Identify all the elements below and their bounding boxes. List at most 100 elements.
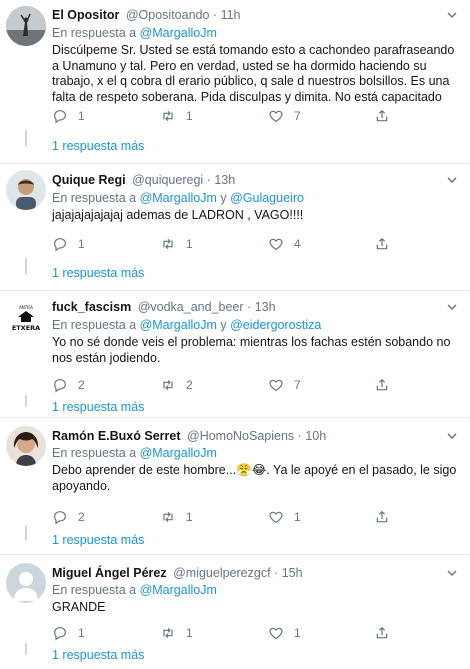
show-more-replies-link[interactable]: 1 respuesta más <box>52 138 144 154</box>
like-button[interactable]: 7 <box>268 377 301 393</box>
reply-count: 1 <box>78 109 85 123</box>
thread-line <box>25 526 27 540</box>
like-count: 1 <box>294 626 301 640</box>
like-button[interactable]: 4 <box>268 236 301 252</box>
reply-count: 2 <box>78 378 85 392</box>
timestamp[interactable]: 13h <box>255 300 276 314</box>
separator-dot: · <box>247 300 252 314</box>
user-handle[interactable]: @Opositoando <box>126 8 210 22</box>
reply-count: 2 <box>78 510 85 524</box>
mention-link[interactable]: @eidergorostiza <box>230 318 321 332</box>
retweet-count: 1 <box>186 510 193 524</box>
reply-prefix: En respuesta a <box>52 318 137 332</box>
thread-line <box>25 258 27 274</box>
like-count: 7 <box>294 109 301 123</box>
like-button[interactable]: 7 <box>268 108 301 124</box>
avatar-logo-text: ETXERA <box>12 324 40 332</box>
user-handle[interactable]: @HomoNoSapiens <box>187 429 294 443</box>
tweet-text: GRANDE <box>52 600 106 614</box>
separator-dot: · <box>297 429 302 443</box>
avatar[interactable] <box>6 563 46 603</box>
chevron-down-icon[interactable] <box>446 567 458 579</box>
reply-context: En respuesta a @MargalloJm y @eidergoros… <box>52 317 321 333</box>
mention-link[interactable]: @MargalloJm <box>140 26 217 40</box>
share-button[interactable] <box>374 377 390 393</box>
reply-button[interactable]: 2 <box>52 377 85 393</box>
show-more-replies-link[interactable]: 1 respuesta más <box>52 647 144 663</box>
share-icon <box>374 509 390 525</box>
reply-icon <box>52 377 68 393</box>
timestamp[interactable]: 15h <box>282 566 303 580</box>
timestamp[interactable]: 10h <box>305 429 326 443</box>
mention-join: y <box>220 191 227 205</box>
tweet[interactable]: Quique Regi @quiqueregi · 13h En respues… <box>0 164 470 291</box>
show-more-replies-link[interactable]: 1 respuesta más <box>52 532 144 548</box>
chevron-down-icon[interactable] <box>446 174 458 186</box>
reply-button[interactable]: 2 <box>52 509 85 525</box>
share-button[interactable] <box>374 236 390 252</box>
reply-icon <box>52 236 68 252</box>
like-icon <box>268 108 284 124</box>
show-more-replies-link[interactable]: 1 respuesta más <box>52 265 144 281</box>
reply-prefix: En respuesta a <box>52 191 137 205</box>
reply-button[interactable]: 1 <box>52 236 85 252</box>
user-handle[interactable]: @quiqueregi <box>132 173 203 187</box>
retweet-icon <box>160 509 176 525</box>
mention-link[interactable]: @MargalloJm <box>140 191 217 205</box>
timestamp[interactable]: 11h <box>221 8 241 22</box>
reply-button[interactable]: 1 <box>52 625 85 641</box>
timestamp[interactable]: 13h <box>214 173 235 187</box>
avatar[interactable] <box>6 6 46 46</box>
mention-link[interactable]: @MargalloJm <box>140 446 217 460</box>
separator-dot: · <box>274 566 279 580</box>
thread-line <box>25 130 27 146</box>
share-button[interactable] <box>374 509 390 525</box>
share-icon <box>374 108 390 124</box>
display-name[interactable]: Ramón E.Buxó Serret <box>52 429 181 443</box>
retweet-button[interactable]: 2 <box>160 377 193 393</box>
reply-icon <box>52 108 68 124</box>
show-more-replies-link[interactable]: 1 respuesta más <box>52 399 144 415</box>
like-button[interactable]: 1 <box>268 625 301 641</box>
mention-link[interactable]: @MargalloJm <box>140 318 217 332</box>
separator-dot: · <box>206 173 211 187</box>
avatar[interactable] <box>6 426 46 466</box>
retweet-icon <box>160 625 176 641</box>
user-handle[interactable]: @miguelperezgcf <box>173 566 270 580</box>
retweet-count: 1 <box>186 109 193 123</box>
retweet-count: 2 <box>186 378 193 392</box>
retweet-button[interactable]: 1 <box>160 236 193 252</box>
like-button[interactable]: 1 <box>268 509 301 525</box>
display-name[interactable]: fuck_fascism <box>52 300 131 314</box>
reply-icon <box>52 509 68 525</box>
retweet-icon <box>160 377 176 393</box>
reply-button[interactable]: 1 <box>52 108 85 124</box>
display-name[interactable]: Quique Regi <box>52 173 126 187</box>
reply-count: 1 <box>78 237 85 251</box>
reply-icon <box>52 625 68 641</box>
retweet-button[interactable]: 1 <box>160 509 193 525</box>
tweet-text: Discúlpeme Sr. Usted se está tomando est… <box>52 43 455 104</box>
share-button[interactable] <box>374 108 390 124</box>
avatar[interactable] <box>6 170 46 210</box>
retweet-count: 1 <box>186 237 193 251</box>
separator-dot: · <box>212 8 218 22</box>
tweet[interactable]: Miguel Ángel Pérez @miguelperezgcf · 15h… <box>0 555 470 669</box>
share-icon <box>374 236 390 252</box>
reply-prefix: En respuesta a <box>52 446 137 460</box>
display-name[interactable]: El Opositor <box>52 8 119 22</box>
tweet[interactable]: Ramón E.Buxó Serret @HomoNoSapiens · 10h… <box>0 418 470 555</box>
retweet-button[interactable]: 1 <box>160 625 193 641</box>
tweet[interactable]: ANTIFA ETXERA fuck_fascism @vodka_and_bee… <box>0 291 470 418</box>
tweet[interactable]: El Opositor @Opositoando · 11h En respue… <box>0 0 470 164</box>
chevron-down-icon[interactable] <box>446 430 458 442</box>
user-handle[interactable]: @vodka_and_beer <box>138 300 244 314</box>
share-button[interactable] <box>374 625 390 641</box>
chevron-down-icon[interactable] <box>446 9 458 21</box>
chevron-down-icon[interactable] <box>446 301 458 313</box>
avatar[interactable]: ANTIFA ETXERA <box>6 297 46 337</box>
retweet-button[interactable]: 1 <box>160 108 193 124</box>
mention-link[interactable]: @Gulagueiro <box>230 191 304 205</box>
display-name[interactable]: Miguel Ángel Pérez <box>52 566 167 580</box>
mention-link[interactable]: @MargalloJm <box>140 583 217 597</box>
